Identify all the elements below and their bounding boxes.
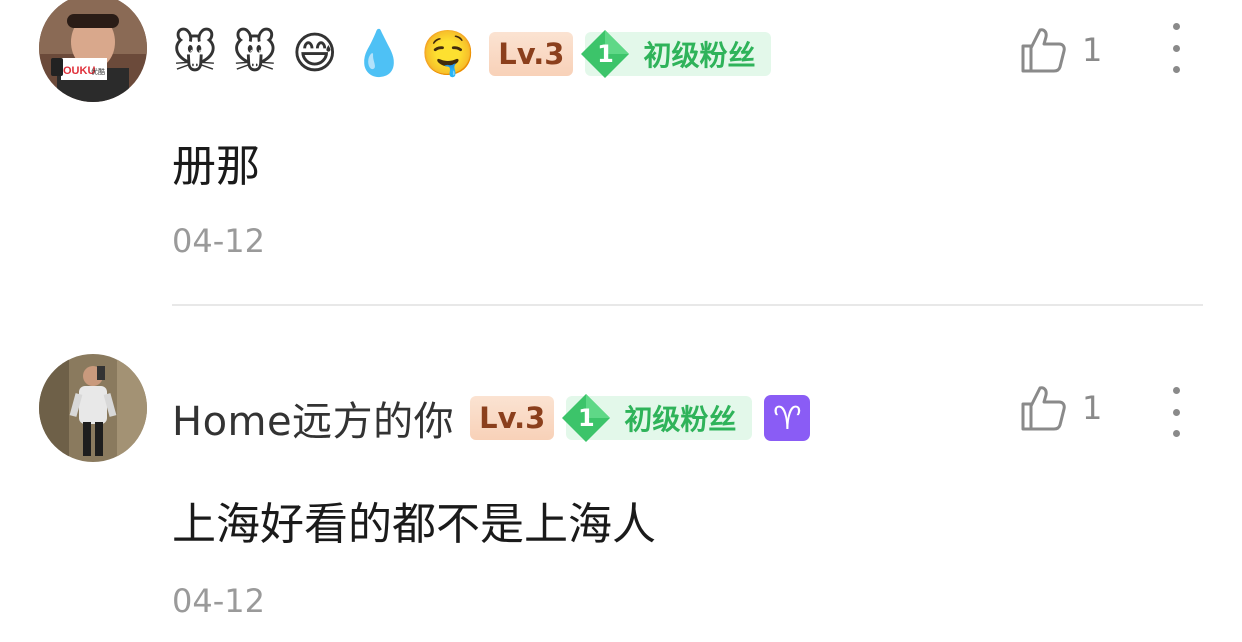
like-button[interactable]: 1: [1020, 384, 1102, 432]
comment-header: Home远方的你 Lv.3 1 初级粉丝 ♈: [172, 388, 811, 448]
fan-badge: 1 初级粉丝: [581, 30, 772, 78]
more-vertical-icon: [1172, 387, 1180, 394]
username-emoji[interactable]: 😅: [292, 32, 338, 76]
like-button[interactable]: 1: [1020, 26, 1102, 74]
thumbs-up-icon: [1021, 386, 1066, 431]
username[interactable]: Home远方的你: [172, 389, 454, 447]
fan-level-number: 1: [577, 404, 595, 432]
thumbs-up-icon: [1021, 28, 1066, 73]
comment-header: 🐭 🐭 😅 💧 🤤 Lv.3 1 初级粉丝: [172, 24, 783, 84]
username-emoji[interactable]: 🐭: [232, 32, 278, 76]
comment-text: 上海好看的都不是上海人: [172, 499, 656, 550]
avatar[interactable]: OUKU 优酷: [39, 0, 147, 102]
comment-item: Home远方的你 Lv.3 1 初级粉丝 ♈ 1 上海好看的都不是上海人 04-…: [0, 306, 1242, 642]
comment-date: 04-12: [172, 222, 265, 260]
svg-text:优酷: 优酷: [91, 67, 105, 76]
like-count: 1: [1082, 31, 1103, 69]
like-count: 1: [1082, 389, 1103, 427]
fan-badge-label: 初级粉丝: [643, 39, 756, 72]
level-badge: Lv.3: [489, 32, 574, 76]
more-button[interactable]: [1163, 23, 1189, 73]
comment-item: OUKU 优酷 🐭 🐭 😅 💧 🤤 Lv.3 1 初级粉丝 1 册那 04-12: [0, 0, 1242, 306]
username-emoji[interactable]: 🤤: [420, 32, 475, 76]
zodiac-aries-icon: ♈: [764, 395, 811, 441]
avatar[interactable]: [39, 354, 147, 462]
comment-text: 册那: [172, 141, 260, 192]
comment-date: 04-12: [172, 582, 265, 620]
fan-badge-label: 初级粉丝: [624, 403, 737, 436]
level-badge: Lv.3: [470, 396, 555, 440]
more-button[interactable]: [1163, 387, 1189, 437]
more-vertical-icon: [1172, 23, 1180, 30]
fan-level-number: 1: [597, 40, 614, 68]
username-emoji[interactable]: 💧: [352, 32, 407, 76]
username-emoji[interactable]: 🐭: [172, 32, 218, 76]
fan-badge: 1 初级粉丝: [562, 394, 753, 442]
